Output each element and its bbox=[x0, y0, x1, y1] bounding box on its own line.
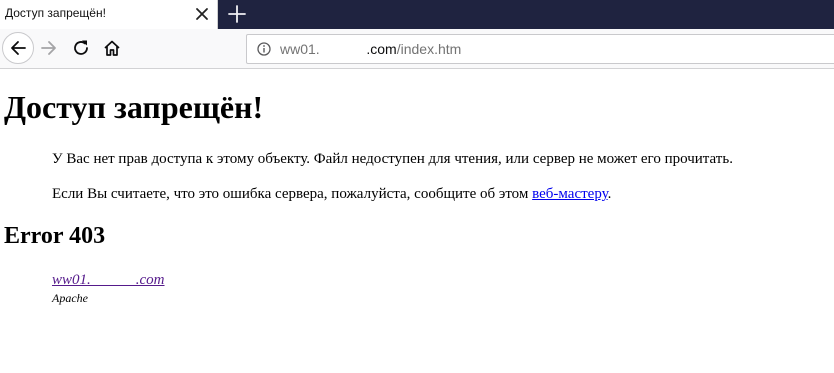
reload-icon[interactable] bbox=[72, 39, 90, 57]
contact-text-end: . bbox=[607, 186, 612, 202]
url-text: ww01. .com/index.htm bbox=[280, 41, 461, 57]
url-host-prefix: ww01. bbox=[280, 41, 320, 57]
error-code-heading: Error 403 bbox=[4, 223, 106, 249]
page-title: Доступ запрещён! bbox=[4, 89, 264, 125]
navigation-toolbar: ww01. .com/index.htm bbox=[0, 29, 834, 69]
contact-paragraph: Если Вы считаете, что это ошибка сервера… bbox=[52, 186, 611, 203]
url-path: /index.htm bbox=[396, 41, 462, 57]
close-icon[interactable] bbox=[192, 4, 212, 24]
tab-strip: Доступ запрещён! bbox=[0, 0, 834, 29]
url-host-redacted bbox=[320, 41, 367, 57]
tab-active[interactable]: Доступ запрещён! bbox=[0, 0, 218, 29]
site-link[interactable]: ww01. .com bbox=[52, 272, 165, 288]
webmaster-link[interactable]: веб-мастеру bbox=[532, 186, 608, 202]
tab-title: Доступ запрещён! bbox=[5, 6, 106, 20]
home-icon[interactable] bbox=[103, 39, 121, 57]
page-content: Доступ запрещён! У Вас нет прав доступа … bbox=[0, 69, 834, 373]
back-button[interactable] bbox=[2, 32, 34, 64]
contact-text: Если Вы считаете, что это ошибка сервера… bbox=[52, 186, 533, 202]
url-bar[interactable]: ww01. .com/index.htm bbox=[246, 34, 834, 64]
plus-icon[interactable] bbox=[226, 3, 248, 25]
forward-arrow-icon[interactable] bbox=[40, 39, 58, 57]
server-signature: Apache bbox=[52, 291, 88, 305]
url-domain: .com bbox=[366, 41, 397, 57]
message-paragraph: У Вас нет прав доступа к этому объекту. … bbox=[52, 151, 733, 167]
server-address: ww01. .com Apache bbox=[52, 271, 165, 306]
back-arrow-icon bbox=[11, 41, 26, 55]
info-icon[interactable] bbox=[257, 42, 271, 56]
